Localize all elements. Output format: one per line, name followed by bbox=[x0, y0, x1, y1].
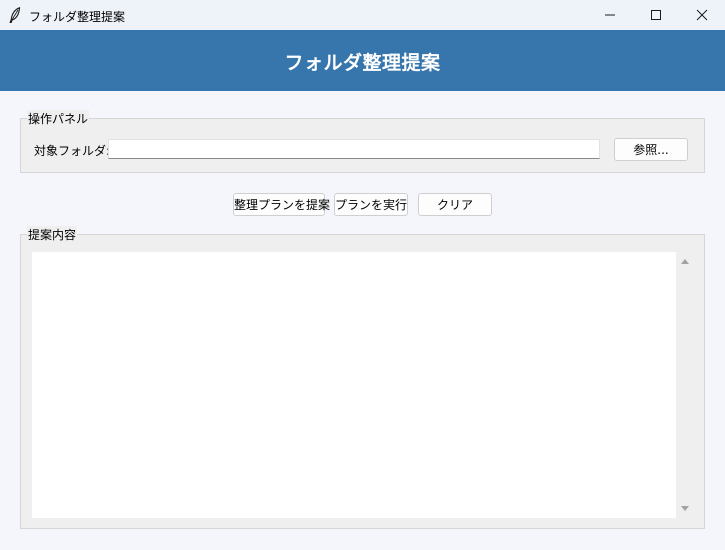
maximize-icon bbox=[651, 10, 661, 20]
suggest-plan-button[interactable]: 整理プランを提案 bbox=[233, 193, 330, 216]
vertical-scrollbar[interactable] bbox=[677, 252, 693, 518]
clear-button[interactable]: クリア bbox=[418, 193, 492, 216]
page-title: フォルダ整理提案 bbox=[284, 52, 441, 74]
window-title: フォルダ整理提案 bbox=[29, 10, 126, 24]
target-folder-label: 対象フォルダ: bbox=[34, 144, 111, 158]
minimize-icon bbox=[605, 14, 615, 16]
window-titlebar: フォルダ整理提案 bbox=[0, 0, 725, 30]
operation-panel-label: 操作パネル bbox=[27, 110, 90, 127]
browse-button[interactable]: 参照... bbox=[614, 138, 688, 161]
maximize-button[interactable] bbox=[633, 0, 679, 30]
app-header: フォルダ整理提案 bbox=[0, 30, 725, 91]
suggestion-content-label: 提案内容 bbox=[27, 226, 78, 243]
minimize-button[interactable] bbox=[587, 0, 633, 30]
suggestion-text-area[interactable] bbox=[32, 252, 676, 518]
execute-plan-button[interactable]: プランを実行 bbox=[334, 193, 408, 216]
feather-icon bbox=[9, 6, 21, 24]
scroll-up-arrow-icon[interactable] bbox=[677, 256, 693, 268]
close-icon bbox=[696, 9, 708, 21]
target-folder-input[interactable] bbox=[108, 139, 600, 159]
close-button[interactable] bbox=[679, 0, 725, 30]
scroll-down-arrow-icon[interactable] bbox=[677, 502, 693, 514]
